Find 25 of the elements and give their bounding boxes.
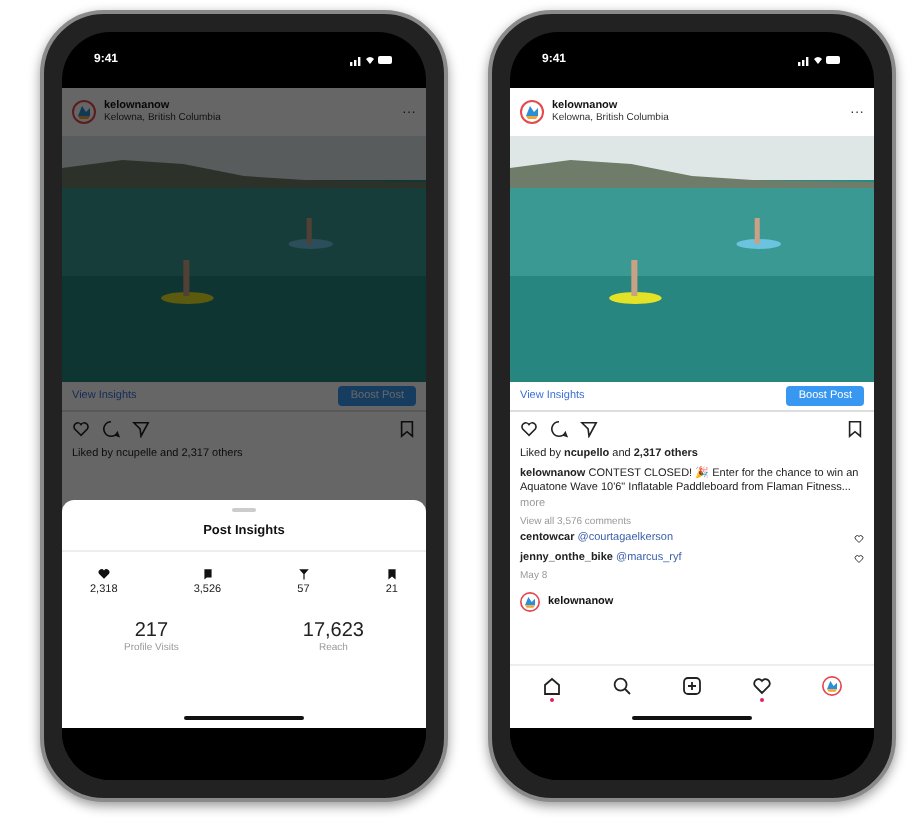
- tab-button[interactable]: [749, 673, 774, 703]
- comment-icon: [201, 568, 214, 580]
- circle-logo-icon: [520, 100, 544, 124]
- circle-logo-icon: [72, 100, 96, 124]
- add-icon[interactable]: [681, 675, 702, 695]
- heart-icon[interactable]: [520, 420, 538, 438]
- home-indicator: [632, 715, 752, 720]
- tab-button[interactable]: [540, 673, 565, 703]
- summary-value: 217: [134, 620, 169, 642]
- sheet-handle[interactable]: [232, 508, 256, 512]
- heart-icon: [97, 568, 110, 580]
- home-icon[interactable]: [542, 675, 563, 695]
- heart-icon[interactable]: [751, 675, 772, 695]
- send-icon[interactable]: [580, 420, 598, 438]
- circle-logo-icon: [520, 592, 540, 612]
- send-icon: [297, 568, 310, 580]
- profile-avatar-icon: [821, 675, 842, 695]
- signal-wifi-battery-icon: [350, 54, 394, 66]
- search-icon[interactable]: [612, 675, 633, 695]
- signal-wifi-battery-icon: [798, 54, 842, 66]
- comment-icon[interactable]: [550, 420, 568, 438]
- home-indicator: [184, 715, 304, 720]
- bookmark-icon: [385, 568, 398, 580]
- summary-value: 17,623: [302, 620, 364, 642]
- bookmark-icon[interactable]: [846, 420, 864, 438]
